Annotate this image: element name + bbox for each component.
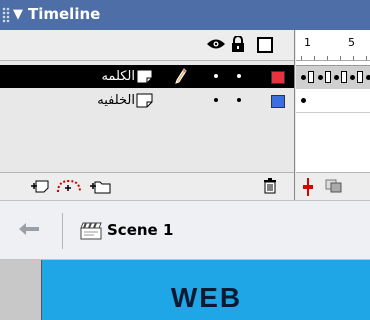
outline-icon[interactable] bbox=[257, 37, 273, 53]
keyframe[interactable] bbox=[366, 75, 370, 80]
ruler-tick bbox=[314, 56, 315, 60]
frames-footer bbox=[296, 172, 370, 201]
frame-row[interactable] bbox=[296, 89, 370, 113]
lock-dot[interactable] bbox=[237, 74, 241, 78]
trash-icon[interactable] bbox=[263, 178, 277, 194]
frame-end-marker[interactable] bbox=[325, 71, 331, 83]
frame-end-marker[interactable] bbox=[341, 71, 347, 83]
visibility-dot[interactable] bbox=[214, 74, 218, 78]
ruler-tick bbox=[327, 56, 328, 60]
add-motion-guide-icon[interactable] bbox=[55, 179, 83, 194]
stage-canvas[interactable]: WEB bbox=[41, 260, 370, 320]
timeline-panel-titlebar[interactable]: ▼ Timeline bbox=[0, 0, 370, 30]
playhead-icon[interactable] bbox=[302, 178, 314, 196]
add-layer-icon[interactable] bbox=[30, 179, 50, 194]
scene-label[interactable]: Scene 1 bbox=[107, 221, 173, 239]
frame-end-marker[interactable] bbox=[308, 71, 314, 83]
layer-row-0[interactable]: الكلمه bbox=[0, 65, 294, 88]
layer-footer bbox=[0, 172, 294, 201]
keyframe[interactable] bbox=[350, 75, 355, 80]
divider bbox=[62, 213, 63, 249]
lock-dot[interactable] bbox=[237, 98, 241, 102]
stage-text[interactable]: WEB bbox=[42, 282, 370, 314]
drag-grip-icon[interactable] bbox=[2, 7, 10, 23]
layer-color-swatch[interactable] bbox=[271, 95, 285, 108]
layer-name[interactable]: الخلفيه bbox=[79, 92, 135, 109]
keyframe[interactable] bbox=[301, 75, 306, 80]
eye-icon[interactable] bbox=[206, 38, 226, 50]
onion-skin-icon[interactable] bbox=[325, 179, 343, 193]
add-folder-icon[interactable] bbox=[89, 179, 111, 194]
pencil-icon bbox=[175, 68, 187, 84]
layer-header bbox=[0, 30, 294, 61]
layer-name[interactable]: الكلمه bbox=[79, 68, 135, 85]
frame-number: 1 bbox=[304, 36, 311, 49]
ruler-tick bbox=[353, 56, 354, 60]
clapperboard-icon bbox=[80, 222, 102, 240]
keyframe[interactable] bbox=[318, 75, 323, 80]
frames-panel[interactable]: 1 5 bbox=[296, 30, 370, 201]
frame-number: 5 bbox=[348, 36, 355, 49]
panel-title: Timeline bbox=[28, 5, 101, 23]
collapse-arrow-icon[interactable]: ▼ bbox=[13, 5, 23, 25]
layer-page-icon bbox=[136, 93, 153, 108]
frames-track[interactable] bbox=[296, 61, 370, 172]
edit-bar: Scene 1 bbox=[0, 200, 370, 260]
layer-page-icon bbox=[136, 69, 153, 84]
keyframe[interactable] bbox=[334, 75, 339, 80]
layer-color-swatch[interactable] bbox=[271, 71, 285, 84]
ruler-tick bbox=[340, 56, 341, 60]
stage-area: WEB bbox=[0, 260, 370, 320]
ruler-tick bbox=[301, 56, 302, 60]
layer-list: الكلمه الخلفيه bbox=[0, 30, 295, 201]
lock-icon[interactable] bbox=[231, 36, 245, 53]
frame-end-marker[interactable] bbox=[357, 71, 363, 83]
back-arrow-icon[interactable] bbox=[18, 222, 40, 236]
frame-ruler[interactable]: 1 5 bbox=[296, 30, 370, 61]
ruler-tick bbox=[366, 56, 367, 60]
timeline-body: الكلمه الخلفيه 1 5 bbox=[0, 30, 370, 201]
keyframe[interactable] bbox=[301, 98, 306, 103]
frame-row[interactable] bbox=[296, 65, 370, 90]
visibility-dot[interactable] bbox=[214, 98, 218, 102]
layer-row-1[interactable]: الخلفيه bbox=[0, 89, 294, 112]
